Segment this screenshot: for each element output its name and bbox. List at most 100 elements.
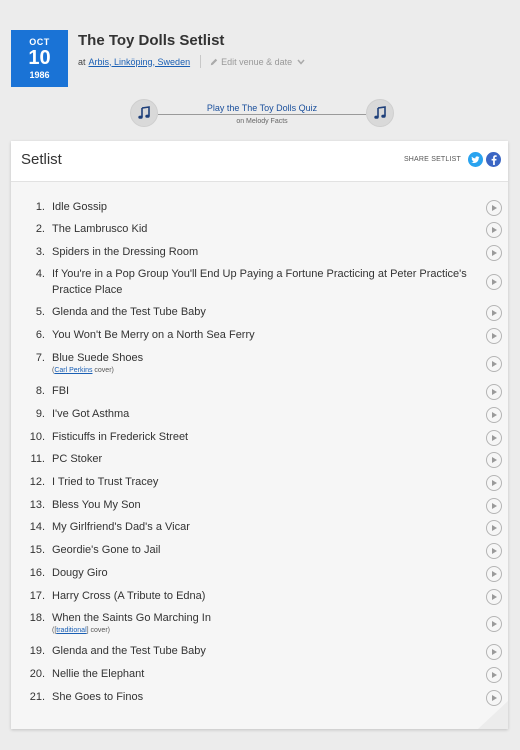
date-day: 10 <box>28 47 51 69</box>
cover-info-close: cover) <box>92 367 114 374</box>
share-label: SHARE SETLIST <box>403 156 461 163</box>
song-title: Geordie's Gone to Jail <box>52 544 161 556</box>
play-song-button[interactable] <box>486 328 502 344</box>
song-title: Idle Gossip <box>52 201 108 213</box>
song-number: 2. <box>35 223 45 235</box>
play-icon <box>492 333 497 339</box>
song-number: 17. <box>29 590 45 602</box>
song-title: Bless You My Son <box>52 499 141 511</box>
song-number: 18. <box>29 612 45 624</box>
play-song-button[interactable] <box>486 245 502 261</box>
quiz-divider-line <box>158 114 366 115</box>
play-song-button[interactable] <box>486 667 502 683</box>
song-cover-info: ([traditional] cover) <box>52 627 110 634</box>
song-title: My Girlfriend's Dad's a Vicar <box>52 521 190 533</box>
song-number: 15. <box>29 544 45 556</box>
play-icon <box>492 503 497 509</box>
play-icon <box>492 525 497 531</box>
pencil-icon <box>210 58 218 65</box>
quiz-note-right[interactable] <box>366 99 394 127</box>
page-title: The Toy Dolls Setlist <box>78 32 225 49</box>
quiz-subtitle: on Melody Facts <box>236 118 288 125</box>
play-icon <box>492 435 497 441</box>
play-song-button[interactable] <box>486 566 502 582</box>
song-number: 20. <box>29 668 45 680</box>
quiz-link-label[interactable]: Play the The Toy Dolls Quiz <box>202 103 322 113</box>
play-song-button[interactable] <box>486 644 502 660</box>
play-icon <box>492 389 497 395</box>
facebook-share-button[interactable] <box>486 152 501 167</box>
song-number: 13. <box>29 499 45 511</box>
play-icon <box>492 412 497 418</box>
edit-venue-button[interactable]: Edit venue & date <box>210 57 308 67</box>
chevron-down-icon[interactable] <box>297 59 305 65</box>
play-song-button[interactable] <box>486 407 502 423</box>
venue-link[interactable]: Arbis, Linköping, Sweden <box>89 57 191 67</box>
song-number: 7. <box>35 352 45 364</box>
setlist-header: OCT 10 1986 The Toy Dolls Setlist at Arb… <box>11 30 511 88</box>
twitter-icon <box>471 155 480 163</box>
play-icon <box>492 279 497 285</box>
play-icon <box>492 594 497 600</box>
song-number: 14. <box>29 521 45 533</box>
date-badge: OCT 10 1986 <box>11 30 68 87</box>
song-number: 5. <box>35 306 45 318</box>
original-artist-link[interactable]: Carl Perkins <box>54 367 92 374</box>
venue-prefix: at <box>78 56 86 67</box>
play-song-button[interactable] <box>486 543 502 559</box>
play-song-button[interactable] <box>486 305 502 321</box>
song-number: 9. <box>35 408 45 420</box>
song-title: Glenda and the Test Tube Baby <box>52 306 206 318</box>
song-number: 6. <box>35 329 45 341</box>
play-song-button[interactable] <box>486 384 502 400</box>
play-song-button[interactable] <box>486 200 502 216</box>
play-icon <box>492 621 497 627</box>
play-song-button[interactable] <box>486 430 502 446</box>
date-month: OCT <box>29 37 50 47</box>
play-song-button[interactable] <box>486 452 502 468</box>
original-artist-link[interactable]: traditional <box>56 627 86 634</box>
play-song-button[interactable] <box>486 222 502 238</box>
song-title: If You're in a Pop Group You'll End Up P… <box>52 268 467 296</box>
play-icon <box>492 361 497 367</box>
song-number: 3. <box>35 246 45 258</box>
song-cover-info: (Carl Perkins cover) <box>52 367 114 374</box>
song-title: She Goes to Finos <box>52 691 144 703</box>
cover-info-close: ] cover) <box>86 627 110 634</box>
music-note-icon <box>374 106 386 119</box>
play-icon <box>492 457 497 463</box>
play-icon <box>492 548 497 554</box>
play-icon <box>492 480 497 486</box>
play-song-button[interactable] <box>486 274 502 290</box>
play-song-button[interactable] <box>486 498 502 514</box>
song-number: 16. <box>29 567 45 579</box>
song-title: Blue Suede Shoes <box>52 352 144 364</box>
setlist-heading: Setlist <box>21 151 62 168</box>
song-title: Harry Cross (A Tribute to Edna) <box>52 590 206 602</box>
song-number: 12. <box>29 476 45 488</box>
play-song-button[interactable] <box>486 616 502 632</box>
song-number: 11. <box>30 453 45 465</box>
play-song-button[interactable] <box>486 356 502 372</box>
song-title: FBI <box>52 385 70 397</box>
play-song-button[interactable] <box>486 520 502 536</box>
play-song-button[interactable] <box>486 475 502 491</box>
song-title: When the Saints Go Marching In <box>52 612 211 624</box>
song-title: Spiders in the Dressing Room <box>52 246 199 258</box>
play-song-button[interactable] <box>486 589 502 605</box>
song-title: Dougy Giro <box>52 567 108 579</box>
song-title: You Won't Be Merry on a North Sea Ferry <box>52 329 255 341</box>
play-icon <box>492 571 497 577</box>
twitter-share-button[interactable] <box>468 152 483 167</box>
setlist-card: Setlist SHARE SETLIST 1. Idle Gossip 2. The… <box>11 141 508 729</box>
setlist-card-header: Setlist SHARE SETLIST <box>11 141 508 182</box>
song-number: 4. <box>35 268 45 280</box>
date-year: 1986 <box>29 70 50 80</box>
edit-venue-label: Edit venue & date <box>221 56 293 67</box>
play-icon <box>492 310 497 316</box>
page-curl <box>478 701 508 729</box>
play-icon <box>492 205 497 211</box>
quiz-link[interactable]: Play the The Toy Dolls Quiz <box>130 103 394 113</box>
song-title: PC Stoker <box>52 453 103 465</box>
play-icon <box>492 250 497 256</box>
